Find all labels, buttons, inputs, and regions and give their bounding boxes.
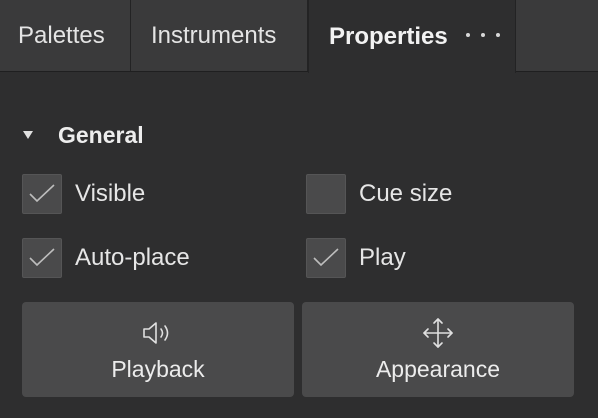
- checkbox-visible-box[interactable]: [22, 174, 62, 214]
- tab-bar: Palettes Instruments Properties: [0, 0, 598, 73]
- tab-instruments[interactable]: Instruments: [131, 0, 308, 71]
- tab-instruments-label: Instruments: [151, 21, 277, 49]
- properties-panel: Palettes Instruments Properties General …: [0, 0, 598, 418]
- appearance-button[interactable]: Appearance: [302, 302, 574, 397]
- checkbox-visible-label: Visible: [75, 180, 146, 207]
- playback-button[interactable]: Playback: [22, 302, 294, 397]
- playback-button-label: Playback: [111, 356, 205, 382]
- checkbox-play-label: Play: [359, 244, 406, 271]
- tab-properties-label: Properties: [329, 22, 448, 50]
- checkbox-cue-size[interactable]: Cue size: [306, 173, 452, 215]
- tab-bar-empty-space: [516, 0, 598, 71]
- checkbox-cue-size-box[interactable]: [306, 174, 346, 214]
- checkbox-auto-place-label: Auto-place: [75, 244, 190, 271]
- appearance-button-label: Appearance: [375, 356, 501, 382]
- tab-palettes-label: Palettes: [18, 21, 105, 49]
- checkbox-play[interactable]: Play: [306, 237, 406, 279]
- collapse-triangle-icon[interactable]: [23, 131, 33, 139]
- move-arrows-icon: [421, 316, 455, 350]
- checkbox-visible[interactable]: Visible: [22, 173, 145, 215]
- checkbox-auto-place[interactable]: Auto-place: [22, 237, 190, 279]
- speaker-icon: [141, 316, 175, 350]
- section-title: General: [58, 121, 144, 148]
- checkmark-icon: [313, 248, 339, 267]
- checkbox-auto-place-box[interactable]: [22, 238, 62, 278]
- checkmark-icon: [29, 248, 55, 267]
- checkmark-icon: [29, 184, 55, 203]
- checkbox-play-box[interactable]: [306, 238, 346, 278]
- checkbox-cue-size-label: Cue size: [359, 180, 453, 207]
- tab-palettes[interactable]: Palettes: [0, 0, 131, 71]
- more-horizontal-icon[interactable]: [466, 22, 500, 48]
- section-general-header[interactable]: General: [18, 118, 144, 152]
